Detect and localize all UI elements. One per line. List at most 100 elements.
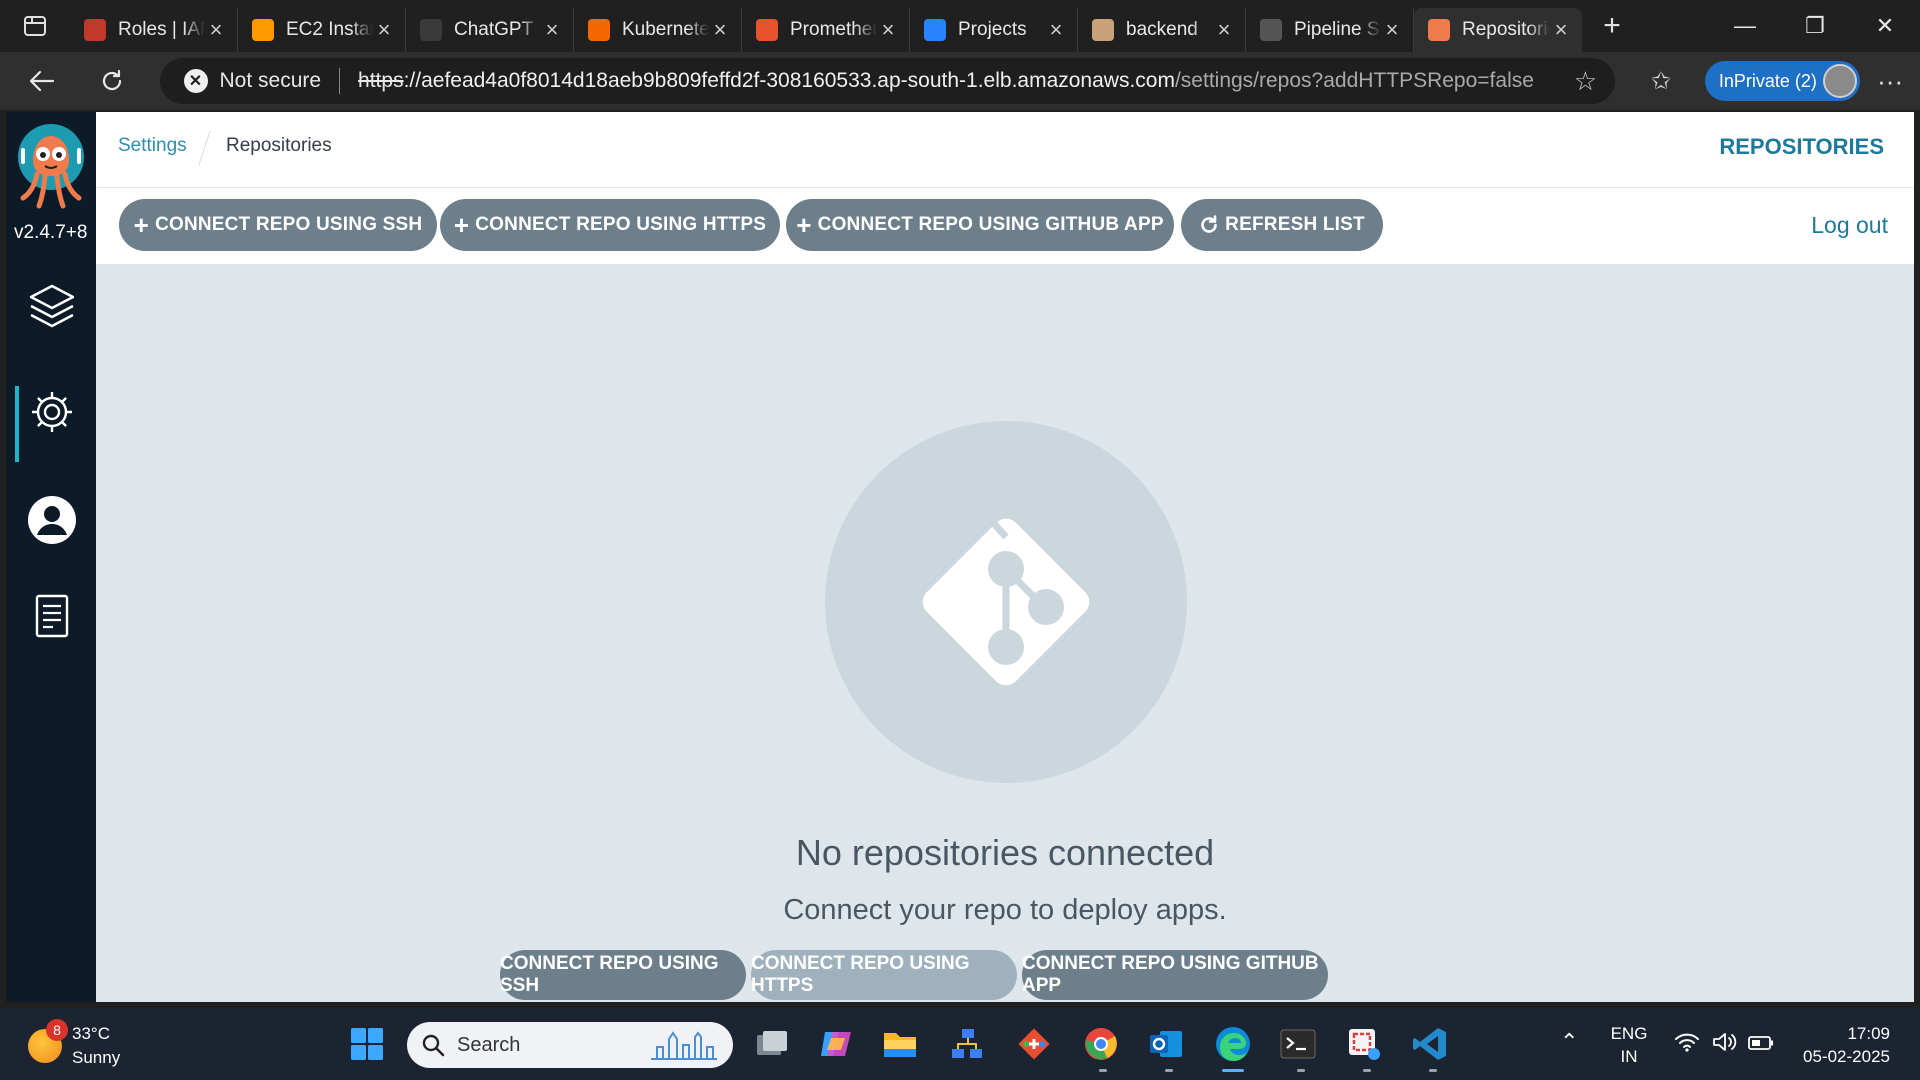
tab-favicon-icon (924, 19, 946, 41)
breadcrumb-current: Repositories (226, 135, 332, 156)
copilot-icon[interactable] (816, 1024, 856, 1064)
tab-title: Kubernetes (622, 19, 709, 40)
empty-state-title: No repositories connected (795, 832, 1215, 873)
connect-ssh-label: CONNECT REPO USING SSH (155, 214, 423, 235)
tab-title: Repositories (1462, 19, 1550, 40)
empty-connect-github-app-button[interactable]: CONNECT REPO USING GITHUB APP (1022, 950, 1328, 1000)
weather-widget[interactable]: 8 33°C Sunny (28, 1019, 121, 1070)
connect-https-button[interactable]: + CONNECT REPO USING HTTPS (440, 199, 780, 251)
git-tool-icon[interactable] (1014, 1024, 1054, 1064)
refresh-icon[interactable] (84, 59, 140, 103)
browser-tab[interactable]: backend × (1078, 8, 1246, 52)
refresh-list-label: REFRESH LIST (1225, 214, 1365, 235)
url-host: ://aefead4a0f8014d18aeb9b809feffd2f-3081… (403, 69, 1175, 92)
page-header: Settings Repositories REPOSITORIES (96, 112, 1914, 188)
snipping-tool-icon[interactable] (1344, 1024, 1384, 1064)
tab-favicon-icon (1260, 19, 1282, 41)
browser-tab[interactable]: Repositories× (1414, 8, 1582, 52)
logout-link[interactable]: Log out (1811, 212, 1888, 239)
tab-title: Roles | IAM (118, 19, 205, 40)
tab-close-icon[interactable]: × (1213, 17, 1235, 43)
user-info-icon[interactable] (26, 494, 78, 546)
edge-icon[interactable] (1213, 1024, 1253, 1064)
wifi-icon[interactable] (1674, 1032, 1700, 1058)
windows-start-icon[interactable] (347, 1024, 387, 1064)
browser-tab[interactable]: Projects × (910, 8, 1078, 52)
chevron-up-icon[interactable]: ⌃ (1560, 1030, 1578, 1053)
vscode-icon[interactable] (1410, 1024, 1450, 1064)
connect-ssh-button[interactable]: + CONNECT REPO USING SSH (119, 199, 437, 251)
browser-tab[interactable]: Prometheus× (742, 8, 910, 52)
browser-tab[interactable]: Kubernetes× (574, 8, 742, 52)
empty-connect-ssh-button[interactable]: CONNECT REPO USING SSH (500, 950, 746, 1000)
tab-close-icon[interactable]: × (1381, 17, 1403, 43)
window-close-icon[interactable]: ✕ (1850, 0, 1920, 52)
documentation-icon[interactable] (26, 590, 78, 642)
chrome-icon[interactable] (1081, 1024, 1121, 1064)
tab-actions-icon[interactable] (0, 0, 70, 52)
clock[interactable]: 17:09 05-02-2025 (1790, 1022, 1890, 1068)
refresh-list-button[interactable]: REFRESH LIST (1181, 199, 1383, 251)
restore-icon[interactable]: ❐ (1780, 0, 1850, 52)
weather-temp: 33°C (72, 1024, 110, 1043)
volume-icon[interactable] (1712, 1032, 1738, 1058)
outlook-icon[interactable] (1146, 1024, 1186, 1064)
browser-tab[interactable]: Pipeline Syntax× (1246, 8, 1414, 52)
task-view-icon[interactable] (752, 1024, 792, 1064)
url-path: /settings/repos?addHTTPSRepo=false (1174, 69, 1534, 92)
browser-tab[interactable]: Roles | IAM× (70, 8, 238, 52)
plus-icon: + (133, 209, 150, 240)
refresh-list-icon (1199, 215, 1219, 235)
tab-close-icon[interactable]: × (1045, 17, 1067, 43)
battery-icon[interactable] (1748, 1034, 1774, 1057)
active-app-indicator (1222, 1069, 1244, 1072)
argo-logo[interactable] (16, 124, 86, 216)
tab-favicon-icon (588, 19, 610, 41)
tab-close-icon[interactable]: × (1550, 17, 1572, 43)
not-secure-icon[interactable]: ✕ (183, 69, 208, 93)
inprivate-button[interactable]: InPrivate (2) (1704, 61, 1861, 101)
running-indicator (1429, 1069, 1437, 1072)
app-version: v2.4.7+8 (14, 222, 88, 243)
notification-badge: 8 (46, 1019, 68, 1041)
new-tab-button[interactable]: + (1582, 9, 1642, 43)
favorites-icon[interactable]: ✩ (1637, 67, 1685, 96)
more-options-icon[interactable]: ··· (1860, 66, 1920, 97)
add-favorite-icon[interactable]: ☆ (1574, 66, 1597, 97)
empty-connect-https-button[interactable]: CONNECT REPO USING HTTPS (751, 950, 1017, 1000)
network-tool-icon[interactable] (947, 1024, 987, 1064)
tab-close-icon[interactable]: × (373, 17, 395, 43)
main-content: Settings Repositories REPOSITORIES + CONN… (96, 112, 1914, 1002)
inprivate-label: InPrivate (2) (1718, 70, 1817, 91)
connect-https-label: CONNECT REPO USING HTTPS (475, 214, 767, 235)
tab-close-icon[interactable]: × (877, 17, 899, 43)
address-bar[interactable]: ✕ Not secure https://aefead4a0f8014d18ae… (159, 58, 1616, 104)
weather-condition: Sunny (72, 1048, 121, 1067)
tab-favicon-icon (420, 19, 442, 41)
tab-close-icon[interactable]: × (541, 17, 563, 43)
running-indicator (1099, 1069, 1107, 1072)
clock-date: 05-02-2025 (1803, 1047, 1890, 1066)
search-icon (421, 1033, 445, 1057)
browser-tab[interactable]: EC2 Instances× (238, 8, 406, 52)
language-indicator[interactable]: ENG IN (1604, 1022, 1654, 1068)
tab-close-icon[interactable]: × (205, 17, 227, 43)
security-label[interactable]: Not secure (220, 69, 322, 93)
breadcrumb-settings[interactable]: Settings (118, 135, 187, 157)
search-placeholder: Search (457, 1033, 521, 1056)
tab-favicon-icon (1428, 19, 1450, 41)
sun-icon: 8 (28, 1019, 68, 1063)
terminal-icon[interactable] (1278, 1024, 1318, 1064)
browser-tab[interactable]: ChatGPT × (406, 8, 574, 52)
url-scheme: https (358, 69, 404, 92)
applications-layers-icon[interactable] (26, 280, 78, 332)
taskbar-search[interactable]: Search (407, 1022, 733, 1068)
plus-icon: + (453, 209, 470, 240)
windows-taskbar: 8 33°C Sunny Search ⌃ ENG IN 17:09 05-02… (0, 1008, 1920, 1080)
connect-github-app-button[interactable]: + CONNECT REPO USING GITHUB APP (786, 199, 1174, 251)
tab-close-icon[interactable]: × (709, 17, 731, 43)
settings-gear-icon[interactable] (26, 386, 78, 438)
file-explorer-icon[interactable] (880, 1024, 920, 1064)
minimize-icon[interactable]: — (1710, 0, 1780, 52)
back-icon[interactable] (14, 59, 70, 103)
